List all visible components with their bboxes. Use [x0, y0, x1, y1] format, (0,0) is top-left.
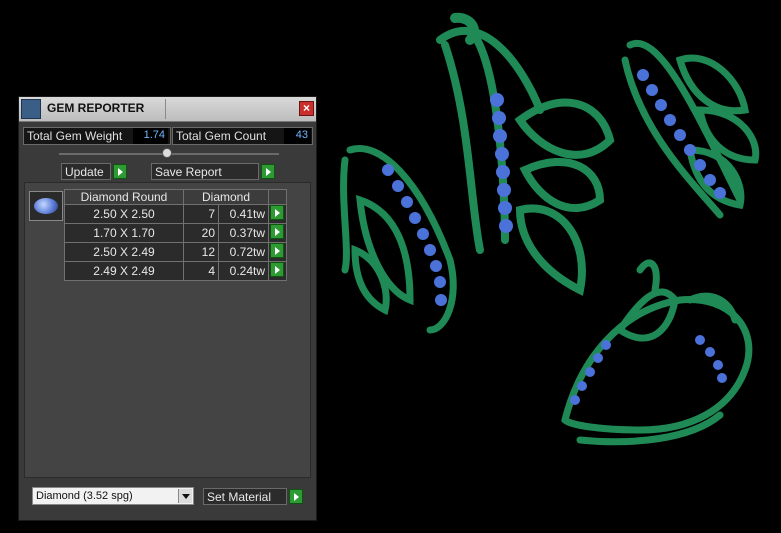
slider-knob[interactable]	[162, 148, 172, 158]
table-row: 2.50 X 2.49 12 0.72tw	[64, 242, 287, 262]
count-label-text: Total Gem Count	[176, 129, 267, 143]
update-go-icon[interactable]	[113, 164, 127, 179]
gem-size: 1.70 X 1.70	[64, 223, 184, 243]
diamond-round-thumbnail[interactable]	[29, 191, 63, 221]
total-gem-count-value: 43	[284, 128, 311, 144]
gem-size: 2.50 X 2.50	[64, 204, 184, 224]
table-row: 1.70 X 1.70 20 0.37tw	[64, 223, 287, 243]
gem-reporter-icon	[21, 99, 41, 119]
title-separator	[165, 99, 166, 119]
row-go-icon[interactable]	[270, 224, 284, 239]
gem-table: Diamond Round Diamond 2.50 X 2.50 7 0.41…	[64, 189, 287, 281]
table-row: 2.50 X 2.50 7 0.41tw	[64, 204, 287, 224]
row-go-icon[interactable]	[270, 243, 284, 258]
pendant-model	[436, 12, 615, 296]
weight-label-text: Total Gem Weight	[27, 129, 123, 143]
table-row: 2.49 X 2.49 4 0.24tw	[64, 261, 287, 281]
gem-table-header: Diamond Round Diamond	[64, 189, 287, 205]
gem-size: 2.50 X 2.49	[64, 242, 184, 262]
row-go-icon[interactable]	[270, 262, 284, 277]
header-material: Diamond	[183, 189, 269, 205]
gem-qty: 12	[183, 242, 219, 262]
material-select-value: Diamond (3.52 spg)	[36, 490, 133, 502]
gem-total-weight: 0.41tw	[218, 204, 269, 224]
set-material-button[interactable]: Set Material	[203, 488, 287, 505]
save-report-button[interactable]: Save Report	[151, 163, 259, 180]
set-material-label: Set Material	[207, 490, 272, 504]
material-select[interactable]: Diamond (3.52 spg)	[32, 487, 194, 505]
gem-qty: 7	[183, 204, 219, 224]
update-label: Update	[65, 165, 104, 179]
update-button[interactable]: Update	[61, 163, 111, 180]
ring-model	[561, 259, 753, 446]
row-go-icon[interactable]	[270, 205, 284, 220]
title-bar[interactable]: GEM REPORTER ×	[19, 97, 316, 122]
chevron-down-icon[interactable]	[178, 489, 192, 503]
close-button[interactable]: ×	[299, 101, 314, 116]
gem-reporter-panel: GEM REPORTER × Total Gem Weight 1.74 Tot…	[18, 96, 317, 521]
header-spacer	[268, 189, 287, 205]
earring-right-model	[621, 39, 760, 219]
set-material-go-icon[interactable]	[289, 489, 303, 504]
gem-size: 2.49 X 2.49	[64, 261, 184, 281]
total-gem-weight-value: 1.74	[133, 128, 168, 144]
ring-gems	[570, 335, 727, 405]
gem-qty: 4	[183, 261, 219, 281]
gem-qty: 20	[183, 223, 219, 243]
gem-total-weight: 0.37tw	[218, 223, 269, 243]
gem-total-weight: 0.72tw	[218, 242, 269, 262]
save-report-label: Save Report	[155, 165, 222, 179]
window-title: GEM REPORTER	[47, 101, 145, 115]
header-shape: Diamond Round	[64, 189, 184, 205]
gem-total-weight: 0.24tw	[218, 261, 269, 281]
save-report-go-icon[interactable]	[261, 164, 275, 179]
